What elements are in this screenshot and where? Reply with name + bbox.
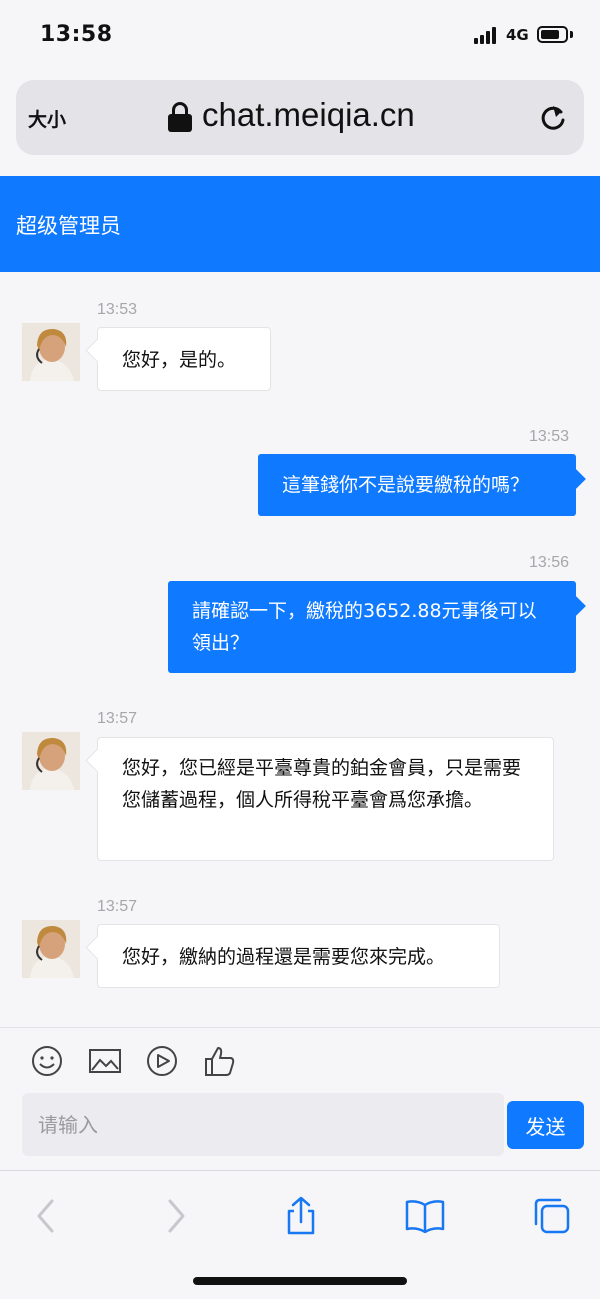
message-text: 這筆錢你不是說要繳稅的嗎？ bbox=[282, 474, 530, 496]
bookmarks-icon[interactable] bbox=[404, 1195, 446, 1237]
message-text: 您好，繳納的過程還是需要您來完成。 bbox=[122, 946, 446, 968]
status-bar: 13:58 4G bbox=[0, 0, 600, 72]
image-icon[interactable] bbox=[88, 1044, 122, 1078]
message-bubble-user: 請確認一下，繳稅的3652.88元事後可以領出？ bbox=[168, 581, 576, 673]
message-text: 請確認一下，繳稅的3652.88元事後可以領出？ bbox=[192, 600, 537, 654]
share-icon[interactable] bbox=[280, 1195, 322, 1237]
video-icon[interactable] bbox=[145, 1044, 179, 1078]
status-time: 13:58 bbox=[40, 22, 113, 47]
forward-icon[interactable] bbox=[155, 1195, 197, 1237]
send-button[interactable]: 发送 bbox=[507, 1101, 584, 1149]
back-icon[interactable] bbox=[25, 1195, 67, 1237]
emoji-icon[interactable] bbox=[30, 1044, 64, 1078]
message-text: 您好，是的。 bbox=[122, 349, 237, 371]
text-size-button[interactable]: 大小 bbox=[28, 105, 66, 132]
thumbs-up-icon[interactable] bbox=[203, 1044, 237, 1078]
agent-avatar bbox=[22, 323, 80, 381]
address-bar[interactable]: 大小 chat.meiqia.cn bbox=[16, 80, 584, 155]
chat-header: 超级管理员 bbox=[0, 176, 600, 272]
tabs-icon[interactable] bbox=[531, 1195, 573, 1237]
lock-icon bbox=[168, 102, 192, 132]
message-input[interactable] bbox=[22, 1093, 504, 1156]
input-area: 发送 bbox=[0, 1027, 600, 1170]
message-bubble-agent: 您好，繳納的過程還是需要您來完成。 bbox=[97, 924, 500, 988]
home-indicator bbox=[193, 1277, 407, 1285]
message-timestamp: 13:53 bbox=[529, 428, 570, 445]
battery-icon bbox=[537, 26, 568, 43]
signal-icon bbox=[474, 26, 500, 44]
url-text[interactable]: chat.meiqia.cn bbox=[202, 96, 415, 134]
message-timestamp: 13:57 bbox=[97, 710, 138, 727]
message-bubble-user: 這筆錢你不是說要繳稅的嗎？ bbox=[258, 454, 576, 516]
reload-icon[interactable] bbox=[539, 104, 567, 132]
message-bubble-agent: 您好，您已經是平臺尊貴的鉑金會員，只是需要您儲蓄過程，個人所得稅平臺會爲您承擔。 bbox=[97, 737, 554, 861]
message-list[interactable]: 13:53 您好，是的。 13:53 這筆錢你不是說要繳稅的嗎？ 13:56 請… bbox=[0, 272, 600, 1027]
agent-avatar bbox=[22, 732, 80, 790]
message-timestamp: 13:53 bbox=[97, 301, 138, 318]
agent-avatar bbox=[22, 920, 80, 978]
message-timestamp: 13:56 bbox=[529, 554, 570, 571]
message-text: 您好，您已經是平臺尊貴的鉑金會員，只是需要您儲蓄過程，個人所得稅平臺會爲您承擔。 bbox=[122, 757, 522, 811]
message-bubble-agent: 您好，是的。 bbox=[97, 327, 271, 391]
message-timestamp: 13:57 bbox=[97, 898, 138, 915]
network-label: 4G bbox=[506, 26, 529, 44]
battery-tip bbox=[570, 31, 573, 38]
chat-title: 超级管理员 bbox=[16, 214, 121, 238]
